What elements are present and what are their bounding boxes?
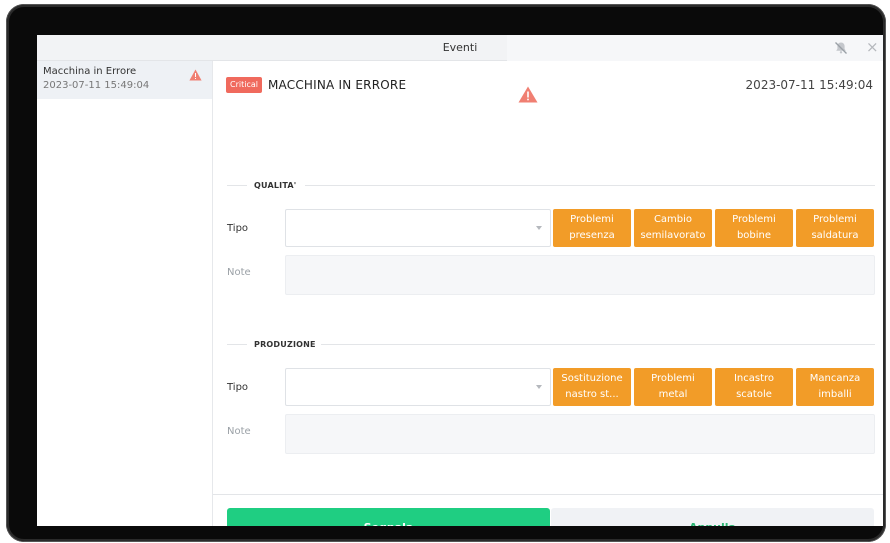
production-note-field[interactable] [285, 414, 875, 454]
cancel-button[interactable]: Annulla [551, 508, 874, 526]
close-icon[interactable]: × [866, 38, 879, 56]
warning-icon [189, 69, 202, 81]
production-option-button[interactable]: Problemi metal [634, 368, 712, 406]
quality-note-field[interactable] [285, 255, 875, 295]
bell-off-icon[interactable] [834, 41, 848, 55]
submit-button[interactable]: Segnala [227, 508, 550, 526]
section-divider [305, 185, 875, 186]
production-option-button[interactable]: Incastro scatole [715, 368, 793, 406]
quality-option-button[interactable]: Problemi saldatura [796, 209, 874, 247]
quality-note-label: Note [227, 267, 251, 278]
section-divider [227, 344, 247, 345]
sidebar-event-item[interactable]: Macchina in Errore 2023-07-11 15:49:04 [37, 61, 212, 99]
event-timestamp: 2023-07-11 15:49:04 [745, 78, 873, 92]
production-type-label: Tipo [227, 382, 249, 393]
sidebar-event-name: Macchina in Errore [43, 66, 137, 77]
window-title: Eventi [442, 41, 478, 54]
quality-type-label: Tipo [227, 223, 249, 234]
event-sidebar: Macchina in Errore 2023-07-11 15:49:04 [37, 61, 213, 526]
chevron-down-icon [536, 226, 542, 230]
event-title: MACCHINA IN ERRORE [268, 78, 407, 92]
sidebar-event-time: 2023-07-11 15:49:04 [43, 80, 150, 91]
event-detail: Critical MACCHINA IN ERRORE 2023-07-11 1… [213, 61, 883, 526]
production-option-button[interactable]: Sostituzione nastro st... [553, 368, 631, 406]
app-window: Eventi × Macchina in Errore 2023-07-11 1… [37, 35, 883, 526]
production-option-button[interactable]: Mancanza imballi [796, 368, 874, 406]
severity-badge: Critical [226, 77, 262, 93]
tablet-frame: Eventi × Macchina in Errore 2023-07-11 1… [6, 4, 886, 542]
section-title-quality: QUALITA' [254, 181, 297, 190]
quality-option-button[interactable]: Problemi presenza [553, 209, 631, 247]
production-note-label: Note [227, 426, 251, 437]
section-divider [227, 185, 247, 186]
footer-divider [213, 494, 883, 495]
section-divider [321, 344, 875, 345]
chevron-down-icon [536, 385, 542, 389]
quality-option-button[interactable]: Cambio semilavorato [634, 209, 712, 247]
title-bar: Eventi × [37, 35, 883, 61]
section-title-production: PRODUZIONE [254, 340, 316, 349]
quality-type-select[interactable] [285, 209, 551, 247]
warning-icon [518, 86, 538, 103]
production-type-select[interactable] [285, 368, 551, 406]
quality-option-button[interactable]: Problemi bobine [715, 209, 793, 247]
